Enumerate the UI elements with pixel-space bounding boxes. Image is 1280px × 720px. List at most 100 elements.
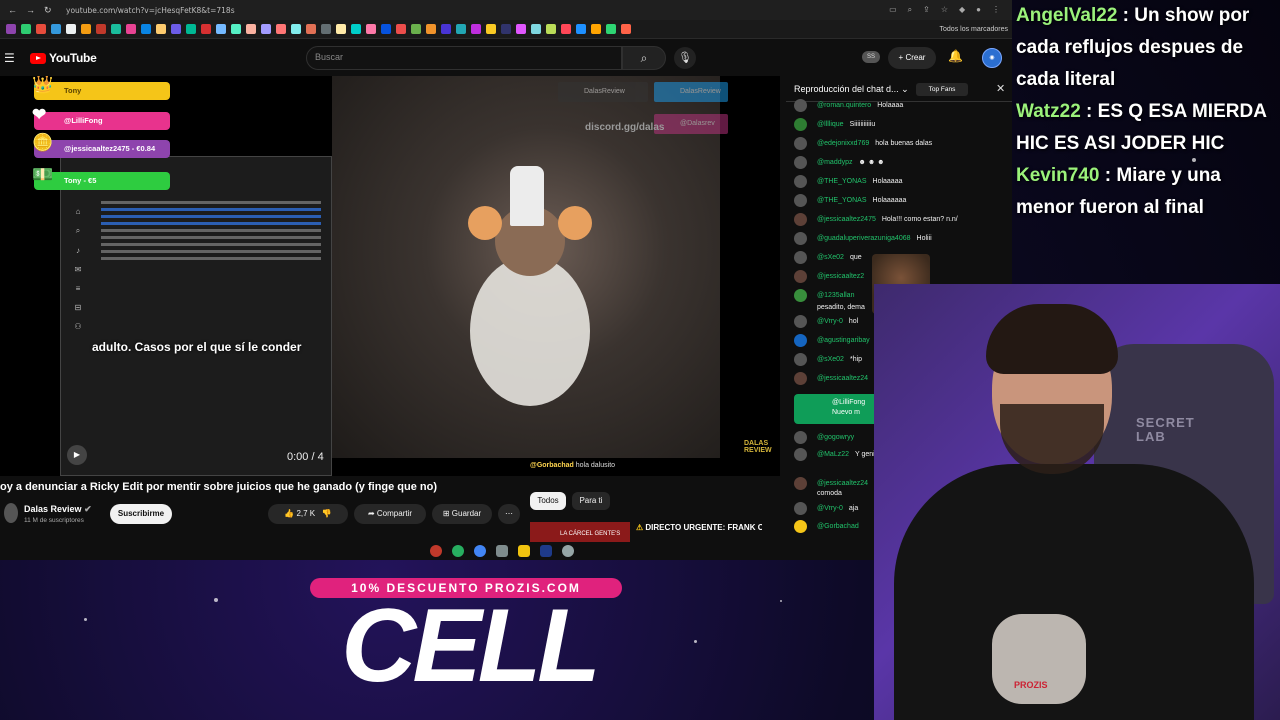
photoshop-app-icon[interactable]	[540, 545, 552, 557]
bookmark-icon[interactable]	[66, 24, 76, 34]
zoom-icon[interactable]: ⌕	[908, 5, 912, 15]
chat-user[interactable]: @edejonixxd769	[817, 140, 869, 147]
bookmark-icon[interactable]	[21, 24, 31, 34]
bookmark-icon[interactable]	[36, 24, 46, 34]
bookmark-icon[interactable]	[576, 24, 586, 34]
bookmark-icon[interactable]	[81, 24, 91, 34]
notifications-bell-icon[interactable]: 🔔	[948, 49, 963, 63]
thumbs-down-icon[interactable]: 👎	[322, 509, 332, 518]
video-player[interactable]: ⌂ ⌕ ♪ ✉ ≡ ⊟ ⚇ ▶ 0:00 / 4 adulto. Casos p…	[0, 76, 780, 476]
chat-user[interactable]: @guadaluperiverazuniga4068	[817, 235, 911, 242]
forward-icon[interactable]: →	[26, 5, 35, 16]
install-icon[interactable]: ▭	[889, 5, 897, 15]
channel-avatar[interactable]	[4, 503, 18, 523]
bookmark-icon[interactable]	[606, 24, 616, 34]
chat-header-title[interactable]: Reproducción del chat d...	[794, 84, 899, 94]
bookmark-icon[interactable]	[336, 24, 346, 34]
channel-name[interactable]: Dalas Review ✔	[24, 504, 92, 515]
chat-user[interactable]: @Vrry-0	[817, 318, 843, 325]
bookmark-icon[interactable]	[621, 24, 631, 34]
bookmark-icon[interactable]	[471, 24, 481, 34]
bookmark-icon[interactable]	[396, 24, 406, 34]
all-bookmarks-link[interactable]: Todos los marcadores	[940, 26, 1012, 33]
bookmark-icon[interactable]	[111, 24, 121, 34]
chat-user[interactable]: @roman.quintero	[817, 102, 871, 109]
share-button[interactable]: ➦ Compartir	[354, 504, 426, 524]
bookmark-icon[interactable]	[246, 24, 256, 34]
bookmark-icon[interactable]	[381, 24, 391, 34]
bookmark-icon[interactable]	[441, 24, 451, 34]
ss-badge[interactable]: SS	[862, 51, 880, 63]
chat-user[interactable]: @jessicaaltez2475	[817, 216, 876, 223]
folder-app-icon[interactable]	[518, 545, 530, 557]
chat-user[interactable]: @gogowryy	[817, 434, 854, 441]
bookmark-icon[interactable]	[456, 24, 466, 34]
share-icon[interactable]: ⇪	[923, 5, 930, 15]
bookmark-icon[interactable]	[6, 24, 16, 34]
bookmark-icon[interactable]	[426, 24, 436, 34]
thumbs-up-icon[interactable]: 👍	[284, 509, 294, 518]
bookmark-icon[interactable]	[231, 24, 241, 34]
chat-user[interactable]: @jessicaaltez2	[817, 273, 864, 280]
bookmark-icon[interactable]	[486, 24, 496, 34]
record-app-icon[interactable]	[430, 545, 442, 557]
chat-user[interactable]: @1235allan	[817, 292, 854, 299]
url-field[interactable]: youtube.com/watch?v=jcHesqFetK8&t=718s	[66, 6, 889, 15]
bookmark-icon[interactable]	[366, 24, 376, 34]
chat-user[interactable]: @agustingaribay	[817, 337, 870, 344]
bookmark-star-icon[interactable]: ☆	[941, 5, 948, 15]
chat-user[interactable]: @llllique	[817, 121, 844, 128]
more-icon[interactable]: ⋮	[992, 5, 1000, 15]
recommended-title[interactable]: ⚠ DIRECTO URGENTE: FRANK CUESTA CONTRA L…	[636, 522, 762, 542]
hamburger-menu-icon[interactable]: ☰	[4, 51, 18, 65]
extensions-icon[interactable]: ◆	[959, 5, 965, 15]
search-button[interactable]: ⌕	[622, 46, 666, 70]
bookmark-icon[interactable]	[501, 24, 511, 34]
top-fans-toggle[interactable]: Top Fans	[916, 83, 968, 96]
like-dislike-button[interactable]: 👍 2,7 K 👎	[268, 504, 348, 524]
chip-todos[interactable]: Todos	[530, 492, 566, 510]
bookmark-icon[interactable]	[141, 24, 151, 34]
bookmark-icon[interactable]	[351, 24, 361, 34]
save-button[interactable]: ⊞ Guardar	[432, 504, 492, 524]
chat-user[interactable]: @Vrry-0	[817, 505, 843, 512]
bookmark-icon[interactable]	[156, 24, 166, 34]
bookmark-icon[interactable]	[201, 24, 211, 34]
close-icon[interactable]: ✕	[996, 76, 1005, 102]
microphone-icon[interactable]: 🎙	[674, 47, 696, 69]
subscribe-button[interactable]: Suscribirme	[110, 504, 172, 524]
account-avatar[interactable]: ◉	[982, 48, 1002, 68]
chevron-down-icon[interactable]: ⌄	[901, 84, 909, 94]
chat-user[interactable]: @jessicaaltez24	[817, 375, 868, 382]
bookmark-icon[interactable]	[291, 24, 301, 34]
more-actions-icon[interactable]: ⋯	[498, 504, 520, 524]
bookmark-icon[interactable]	[261, 24, 271, 34]
bookmark-icon[interactable]	[531, 24, 541, 34]
app-icon[interactable]	[562, 545, 574, 557]
chat-user[interactable]: @THE_YONAS	[817, 197, 867, 204]
chat-user[interactable]: @sXe02	[817, 356, 844, 363]
bookmark-icon[interactable]	[276, 24, 286, 34]
chat-user[interactable]: @maddypz	[817, 159, 853, 166]
back-icon[interactable]: ←	[8, 5, 17, 16]
chat-user[interactable]: @Gorbachad	[817, 523, 859, 530]
bookmark-icon[interactable]	[321, 24, 331, 34]
reload-icon[interactable]: ↻	[44, 5, 52, 16]
bookmark-icon[interactable]	[216, 24, 226, 34]
create-button[interactable]: + Crear	[888, 47, 936, 69]
bookmark-icon[interactable]	[591, 24, 601, 34]
youtube-logo[interactable]: YouTube	[30, 51, 97, 65]
app-icon[interactable]	[496, 545, 508, 557]
chat-user[interactable]: @THE_YONAS	[817, 178, 867, 185]
search-input[interactable]: Buscar	[306, 46, 622, 70]
recommended-thumbnail[interactable]: LA CÁRCEL GENTE'S	[530, 522, 630, 542]
chat-user[interactable]: @sXe02	[817, 254, 844, 261]
bookmark-icon[interactable]	[126, 24, 136, 34]
bookmark-icon[interactable]	[186, 24, 196, 34]
bookmark-icon[interactable]	[516, 24, 526, 34]
profile-icon[interactable]: ●	[976, 5, 981, 15]
member-user[interactable]: @LilliFong	[832, 398, 880, 408]
bookmark-icon[interactable]	[306, 24, 316, 34]
spotify-app-icon[interactable]	[452, 545, 464, 557]
chat-user[interactable]: @MaLz22	[817, 451, 849, 458]
